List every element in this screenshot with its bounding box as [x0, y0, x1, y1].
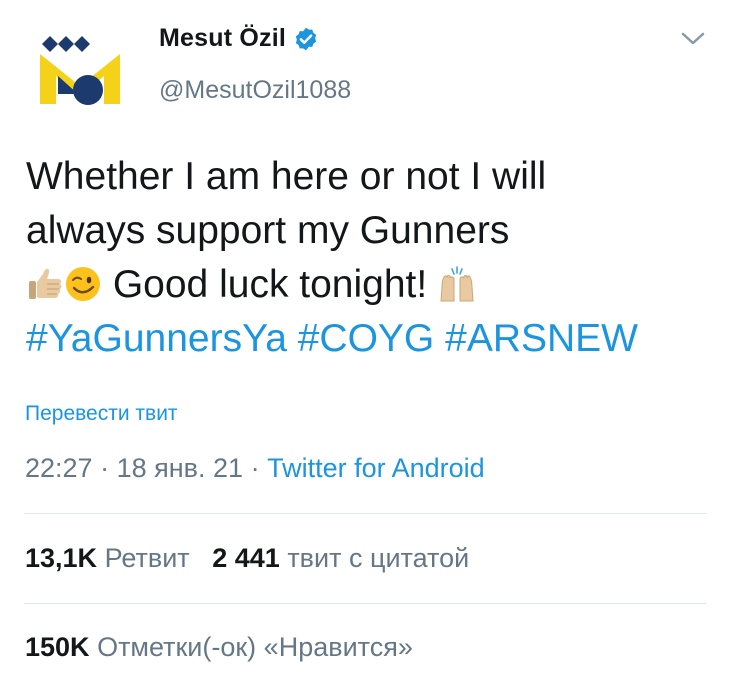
retweets-count: 13,1K [25, 543, 98, 573]
tweet-time: 22:27 [25, 453, 93, 483]
retweet-stats: 13,1K Ретвит 2 441 твит с цитатой [25, 543, 469, 574]
hashtag-link[interactable]: #COYG [298, 317, 435, 360]
user-handle[interactable]: @MesutOzil1088 [159, 76, 351, 105]
tweet-source-link[interactable]: Twitter for Android [267, 453, 485, 483]
divider [24, 603, 706, 604]
tweet-date: 18 янв. 21 [116, 453, 244, 483]
tweet-line-3-text: Good luck tonight! [112, 263, 428, 306]
thumbs-up-icon [29, 268, 62, 299]
tweet-line-2: always support my Gunners [26, 209, 510, 252]
meta-separator: · [250, 453, 260, 483]
winking-face-icon [66, 267, 100, 301]
tweet-text: Whether I am here or not I will always s… [26, 150, 716, 366]
raising-hands-icon [440, 266, 474, 302]
chevron-down-icon[interactable] [680, 30, 706, 48]
tweet-header: Mesut Özil @MesutOzil1088 [0, 0, 730, 120]
retweets-label: Ретвит [104, 543, 190, 573]
translate-tweet-link[interactable]: Перевести твит [25, 402, 178, 426]
tweet-line-3: Good luck tonight! [26, 258, 716, 312]
verified-badge-icon [295, 27, 317, 50]
meta-separator: · [100, 453, 110, 483]
m10-logo-icon[interactable] [38, 22, 122, 108]
quotes-link[interactable]: 2 441 твит с цитатой [212, 543, 469, 573]
hashtag-link[interactable]: #YaGunnersYa [26, 317, 287, 360]
hashtag-line: #YaGunnersYa #COYG #ARSNEW [26, 312, 716, 366]
likes-count: 150K [25, 632, 90, 662]
name-row: Mesut Özil [159, 24, 319, 53]
quotes-label: твит с цитатой [287, 543, 470, 573]
likes-stats[interactable]: 150K Отметки(-ок) «Нравится» [25, 632, 413, 663]
retweets-link[interactable]: 13,1K Ретвит [25, 543, 197, 573]
likes-label: Отметки(-ок) «Нравится» [97, 632, 413, 662]
quotes-count: 2 441 [212, 543, 280, 573]
display-name[interactable]: Mesut Özil [159, 24, 286, 53]
hashtag-link[interactable]: #ARSNEW [445, 317, 638, 360]
tweet-meta: 22:27 · 18 янв. 21 · Twitter for Android [25, 453, 485, 484]
divider [24, 513, 706, 514]
tweet-line-1: Whether I am here or not I will [26, 155, 547, 198]
